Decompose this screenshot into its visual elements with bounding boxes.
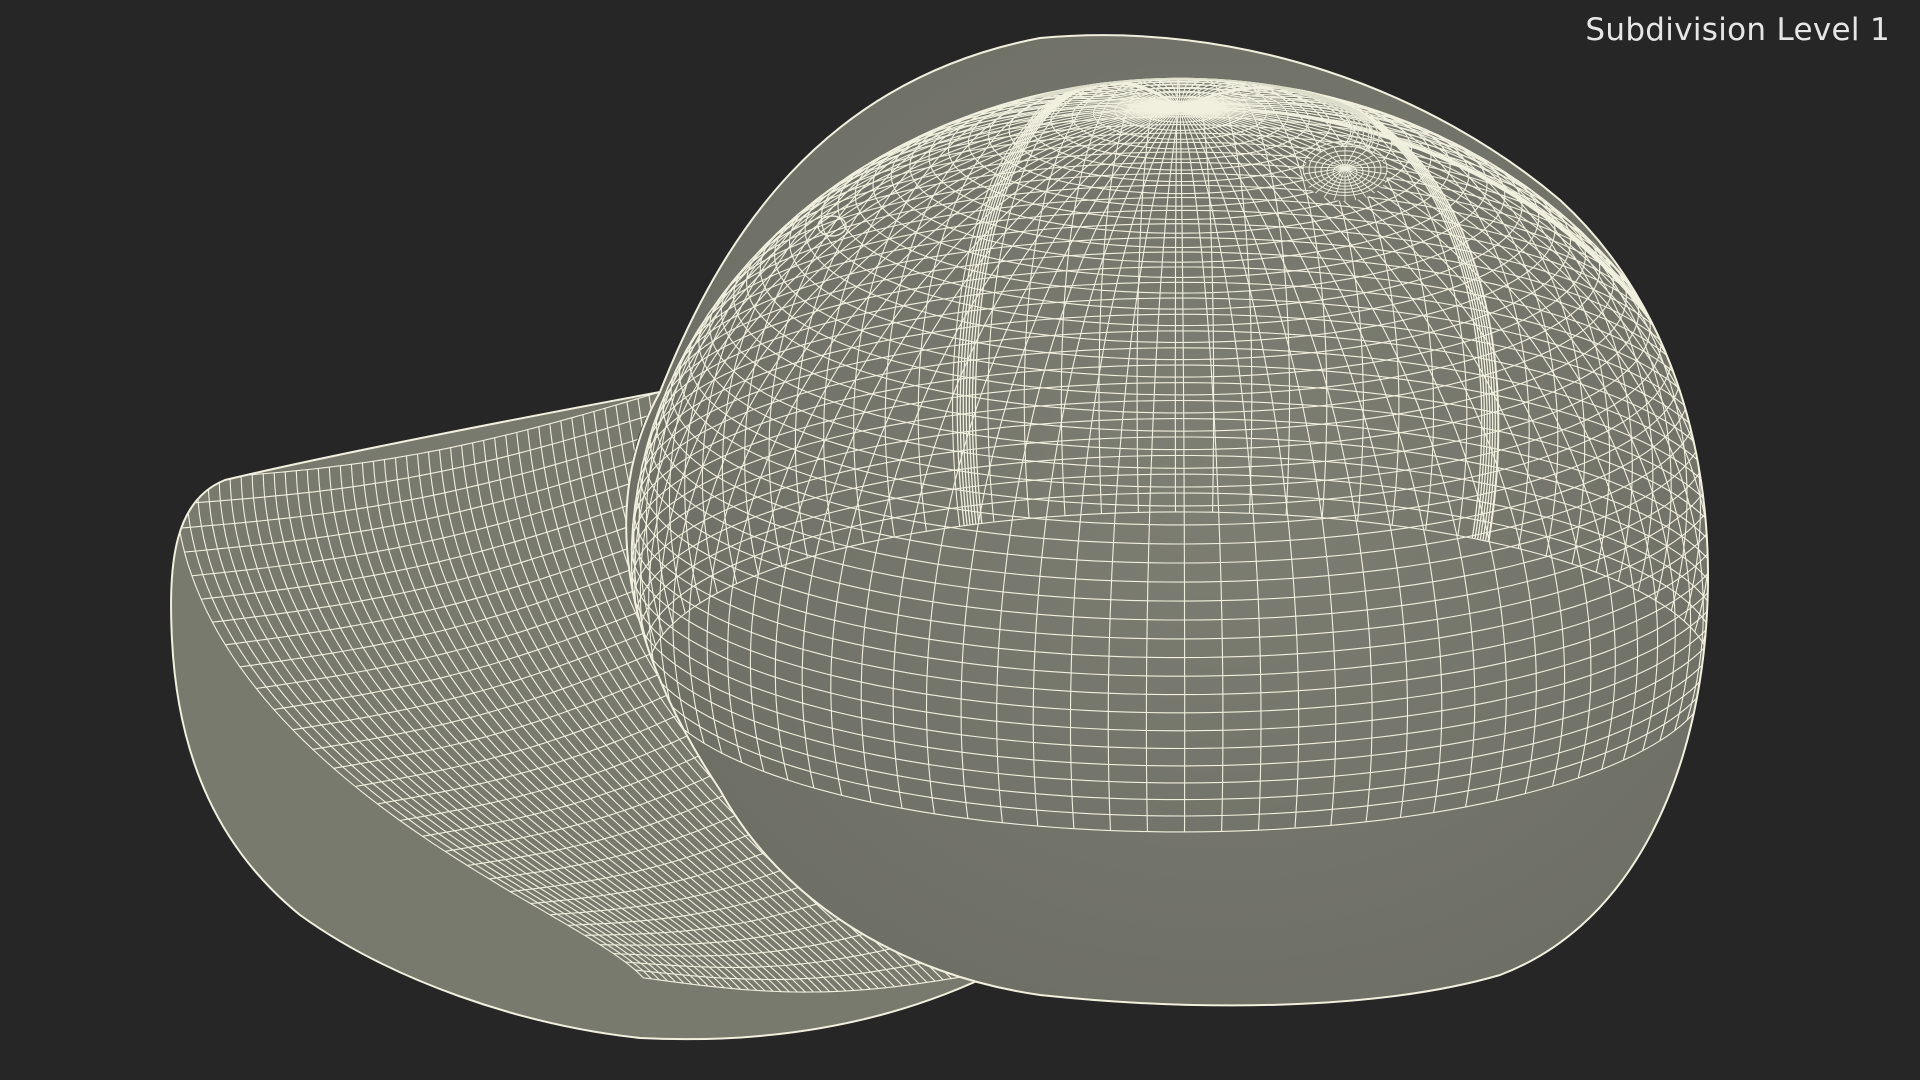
3d-viewport[interactable]: Subdivision Level 1 [0, 0, 1920, 1080]
subdivision-level-label: Subdivision Level 1 [1585, 12, 1890, 48]
crown-surface [626, 35, 1709, 1006]
wireframe-cap-render [170, 34, 1710, 1041]
cap-crown [625, 34, 1710, 1007]
